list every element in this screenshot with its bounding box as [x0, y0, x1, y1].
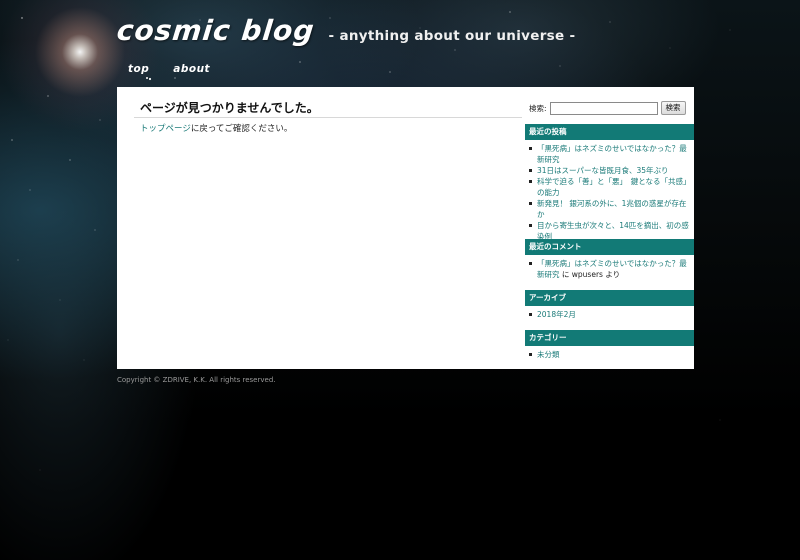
- list-item: 2018年2月: [525, 309, 694, 320]
- recent-post-link[interactable]: 31日はスーパーな皆既月食、35年ぶり: [537, 166, 669, 175]
- recent-posts-list: 「黒死病」はネズミのせいではなかった？最新研究 31日はスーパーな皆既月食、35…: [525, 143, 694, 242]
- list-item: 未分類: [525, 349, 694, 360]
- list-item: 科学で迫る「善」と「悪」 鍵となる「共感」の能力: [525, 176, 694, 198]
- category-link[interactable]: 未分類: [537, 350, 560, 359]
- list-item: 新発見！ 銀河系の外に、1兆個の惑星が存在か: [525, 198, 694, 220]
- search-button[interactable]: 検索: [660, 101, 686, 115]
- comment-connector: に: [559, 270, 572, 279]
- content-panel: ページが見つかりませんでした。 トップページに戻ってご確認ください。 検索: 検…: [117, 87, 694, 369]
- recent-post-link[interactable]: 科学で迫る「善」と「悪」 鍵となる「共感」の能力: [537, 177, 687, 197]
- main-nav: top about: [128, 63, 210, 79]
- search-form: 検索: 検索: [529, 101, 686, 115]
- recent-comments-heading: 最近のコメント: [525, 239, 694, 255]
- footer-copyright: Copyright © ZDRIVE, K.K. All rights rese…: [117, 376, 276, 384]
- site-logo[interactable]: cosmic blog: [115, 14, 316, 47]
- page-background: cosmic blog - anything about our univers…: [0, 0, 800, 560]
- list-item: 「黒死病」はネズミのせいではなかった？最新研究 に wpusers より: [525, 258, 694, 280]
- nav-item-top[interactable]: top: [128, 63, 149, 75]
- search-label: 検索:: [529, 103, 547, 113]
- nav-active-indicator: [146, 77, 148, 79]
- recent-comments-list: 「黒死病」はネズミのせいではなかった？最新研究 に wpusers より: [525, 258, 694, 280]
- list-item: 「黒死病」はネズミのせいではなかった？最新研究: [525, 143, 694, 165]
- not-found-message: トップページに戻ってご確認ください。: [140, 122, 292, 134]
- archives-list: 2018年2月: [525, 309, 694, 320]
- nav-item-about[interactable]: about: [173, 63, 210, 75]
- comment-suffix: より: [602, 270, 621, 279]
- main-content: ページが見つかりませんでした。: [140, 99, 520, 118]
- archive-link[interactable]: 2018年2月: [537, 310, 576, 319]
- not-found-message-text: に戻ってご確認ください。: [190, 124, 293, 134]
- search-input[interactable]: [549, 101, 658, 115]
- list-item: 31日はスーパーな皆既月食、35年ぶり: [525, 165, 694, 176]
- site-header: cosmic blog - anything about our univers…: [115, 14, 576, 48]
- comment-author: wpusers: [571, 270, 603, 279]
- categories-heading: カテゴリー: [525, 330, 694, 346]
- categories-list: 未分類: [525, 349, 694, 360]
- site-tagline: - anything about our universe -: [328, 28, 576, 44]
- recent-post-link[interactable]: 新発見！ 銀河系の外に、1兆個の惑星が存在か: [537, 199, 686, 219]
- archives-heading: アーカイブ: [525, 290, 694, 306]
- recent-post-link[interactable]: 「黒死病」はネズミのせいではなかった？最新研究: [537, 144, 687, 164]
- title-divider: [134, 117, 522, 118]
- page-title: ページが見つかりませんでした。: [140, 101, 319, 115]
- recent-post-link[interactable]: 目から寄生虫が次々と、14匹を摘出、初の感染例: [537, 221, 689, 241]
- recent-posts-heading: 最近の投稿: [525, 124, 694, 140]
- top-page-link[interactable]: トップページ: [140, 124, 191, 134]
